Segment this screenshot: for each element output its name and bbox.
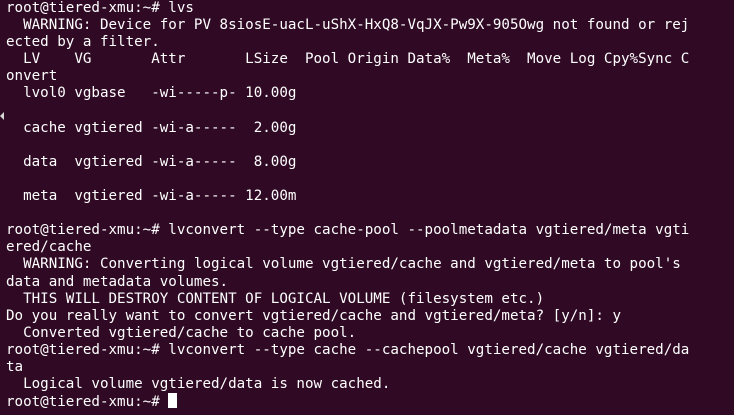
terminal-line: data vgtiered -wi-a----- 8.00g <box>6 153 297 170</box>
terminal-line: WARNING: Device for PV 8siosE-uacL-uShX-… <box>6 17 690 34</box>
side-resize-marker-icon <box>0 112 4 120</box>
terminal-line: ered/cache <box>6 239 92 256</box>
terminal-line: ta <box>6 358 24 375</box>
terminal-line: onvert <box>6 68 58 85</box>
terminal-line: meta vgtiered -wi-a----- 12.00m <box>6 188 297 205</box>
terminal-prompt-line[interactable]: root@tiered-xmu:~# <box>6 393 734 410</box>
terminal-line: root@tiered-xmu:~# lvconvert --type cach… <box>6 222 690 239</box>
terminal-line: ected by a filter. <box>6 34 160 51</box>
terminal-line: root@tiered-xmu:~# lvconvert --type cach… <box>6 341 690 358</box>
terminal-line: root@tiered-xmu:~# lvs <box>6 0 194 16</box>
terminal-line: LV VG Attr LSize Pool Origin Data% Meta%… <box>6 51 690 68</box>
terminal-line: Converted vgtiered/cache to cache pool. <box>6 324 357 341</box>
terminal-line: cache vgtiered -wi-a----- 2.00g <box>6 119 297 136</box>
terminal-line: WARNING: Converting logical volume vgtie… <box>6 256 681 273</box>
terminal-window[interactable]: root@tiered-xmu:~# lvs WARNING: Device f… <box>0 0 734 415</box>
text-cursor <box>168 393 178 409</box>
terminal-line: Logical volume vgtiered/data is now cach… <box>6 376 391 393</box>
terminal-output: root@tiered-xmu:~# lvs WARNING: Device f… <box>6 0 734 410</box>
terminal-line: Do you really want to convert vgtiered/c… <box>6 307 621 324</box>
terminal-line: lvol0 vgbase -wi-----p- 10.00g <box>6 85 297 102</box>
terminal-line: data and metadata volumes. <box>6 273 229 290</box>
terminal-line: THIS WILL DESTROY CONTENT OF LOGICAL VOL… <box>6 290 545 307</box>
terminal-prompt: root@tiered-xmu:~# <box>6 394 169 411</box>
